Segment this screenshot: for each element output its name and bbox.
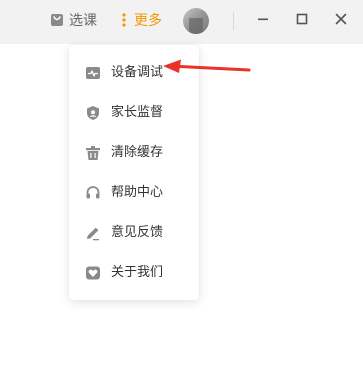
- menu-item-label: 设备调试: [111, 65, 164, 80]
- headset-icon: [84, 184, 102, 202]
- more-label: 更多: [134, 13, 162, 29]
- menu-item-label: 帮助中心: [111, 185, 164, 200]
- select-course-label: 选课: [69, 13, 97, 29]
- top-toolbar: 选课 更多: [0, 0, 363, 44]
- toolbar-divider: [233, 12, 234, 30]
- trash-icon: [84, 144, 102, 162]
- pencil-icon: [84, 224, 102, 242]
- avatar[interactable]: [183, 8, 209, 34]
- vertical-dots-icon: [118, 12, 134, 28]
- minimize-icon: [256, 11, 270, 30]
- close-icon: [334, 11, 348, 30]
- menu-item-device-debug[interactable]: 设备调试: [69, 53, 199, 93]
- menu-item-clear-cache[interactable]: 清除缓存: [69, 133, 199, 173]
- more-dropdown-menu: 设备调试 家长监督 清除缓存 帮助中心 意见反馈 关于我们: [69, 45, 199, 300]
- menu-item-label: 清除缓存: [111, 145, 164, 160]
- menu-item-label: 意见反馈: [111, 225, 164, 240]
- menu-item-parental-control[interactable]: 家长监督: [69, 93, 199, 133]
- menu-item-about-us[interactable]: 关于我们: [69, 253, 199, 293]
- close-button[interactable]: [329, 8, 353, 32]
- menu-item-help-center[interactable]: 帮助中心: [69, 173, 199, 213]
- minimize-button[interactable]: [251, 8, 275, 32]
- menu-item-label: 关于我们: [111, 265, 164, 280]
- menu-item-feedback[interactable]: 意见反馈: [69, 213, 199, 253]
- menu-item-label: 家长监督: [111, 105, 164, 120]
- shield-icon: [84, 104, 102, 122]
- bag-icon: [49, 12, 69, 28]
- maximize-button[interactable]: [290, 8, 314, 32]
- select-course-button[interactable]: 选课: [49, 0, 97, 40]
- about-heart-icon: [84, 264, 102, 282]
- maximize-icon: [295, 11, 309, 30]
- device-debug-icon: [84, 64, 102, 82]
- more-button[interactable]: 更多: [118, 0, 162, 40]
